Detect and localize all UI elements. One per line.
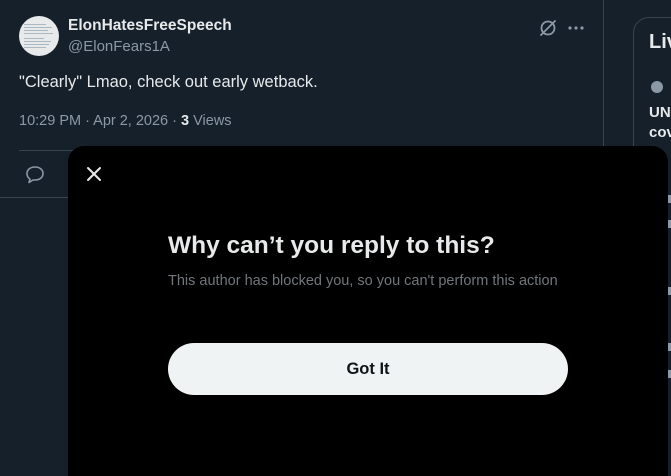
more-icon[interactable]: [566, 18, 586, 38]
avatar[interactable]: [19, 16, 59, 56]
live-avatar-icon: [651, 81, 663, 93]
grok-icon[interactable]: [538, 18, 558, 38]
blocked-reply-dialog: [68, 146, 668, 476]
views-label: Views: [189, 113, 232, 129]
sidebar-headline-line2[interactable]: cov: [649, 124, 671, 141]
tweet-timestamp[interactable]: 10:29 PM · Apr 2, 2026 ·: [19, 113, 181, 129]
close-icon: [87, 167, 101, 181]
dialog-body: This author has blocked you, so you can'…: [168, 273, 558, 289]
tweet-text: "Clearly" Lmao, check out early wetback.: [19, 73, 318, 91]
author-handle[interactable]: @ElonFears1A: [68, 38, 170, 55]
author-display-name[interactable]: ElonHatesFreeSpeech: [68, 17, 232, 35]
sidebar-headline-line1[interactable]: UN: [649, 104, 671, 121]
got-it-button[interactable]: Got It: [168, 343, 568, 395]
views-count: 3: [181, 113, 190, 129]
sidebar-title: Liv: [649, 31, 671, 53]
reply-icon[interactable]: [24, 164, 46, 184]
close-button[interactable]: [80, 160, 108, 188]
dialog-title: Why can’t you reply to this?: [168, 232, 495, 259]
tweet-meta: 10:29 PM · Apr 2, 2026 · 3 Views: [19, 113, 232, 129]
